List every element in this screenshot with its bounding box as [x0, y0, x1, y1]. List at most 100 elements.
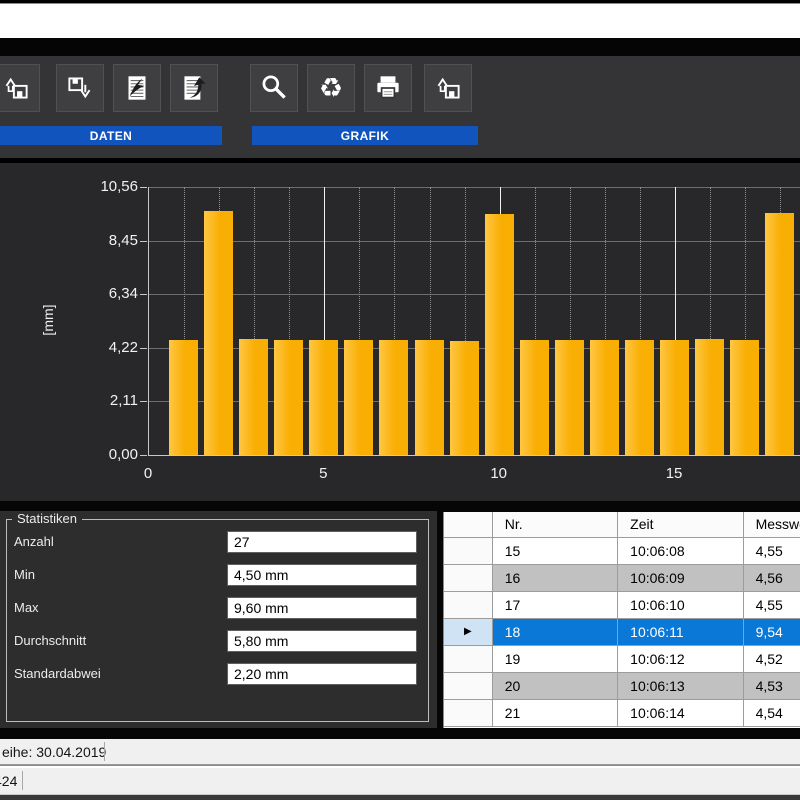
recycle-icon: ♻ — [319, 75, 343, 102]
y-axis-title: [mm] — [40, 295, 60, 345]
chart-bar — [379, 340, 408, 455]
table-row[interactable]: 1610:06:094,56 — [444, 565, 800, 592]
y-tick-mark — [140, 294, 147, 295]
printer-icon — [371, 71, 405, 105]
cell-nr: 16 — [493, 565, 618, 592]
plot-area[interactable] — [148, 187, 800, 456]
row-header-cell[interactable] — [444, 538, 493, 565]
cell-messwert: 4,53 — [744, 673, 800, 700]
table-row[interactable]: 2010:06:134,53 — [444, 673, 800, 700]
chart-bar — [590, 340, 619, 455]
floppy-arrow-down-icon — [63, 71, 97, 105]
zoom-graphic-button[interactable] — [250, 64, 298, 112]
cell-zeit: 10:06:08 — [618, 538, 743, 565]
chart-bar — [520, 340, 549, 455]
chart-bar — [695, 339, 724, 455]
chart-bar — [274, 340, 303, 455]
floppy-arrow-up-icon — [0, 71, 33, 105]
y-tick-mark — [140, 455, 147, 456]
chart-bar — [450, 341, 479, 455]
cell-zeit: 10:06:10 — [618, 592, 743, 619]
table-row[interactable]: 1910:06:124,52 — [444, 646, 800, 673]
table-row[interactable]: 1710:06:104,55 — [444, 592, 800, 619]
floppy-arrow-up-icon — [431, 71, 465, 105]
x-tick-label: 15 — [652, 465, 696, 482]
chart-bar — [239, 339, 268, 455]
save-data-button[interactable] — [56, 64, 104, 112]
table-row[interactable]: 2110:06:144,54 — [444, 700, 800, 727]
cell-zeit: 10:06:09 — [618, 565, 743, 592]
status-bar-date: eihe: 30.04.2019 — [0, 739, 800, 765]
status-separator — [104, 742, 105, 761]
row-header-cell[interactable] — [444, 592, 493, 619]
status-text-date: eihe: 30.04.2019 — [2, 744, 106, 760]
column-header-zeit[interactable]: Zeit — [618, 512, 743, 538]
row-header-cell — [444, 512, 493, 538]
stat-label: Max — [14, 600, 39, 615]
chart-bar — [765, 213, 794, 455]
y-tick-label: 4,22 — [82, 339, 138, 356]
stat-value-field[interactable]: 9,60 mm — [227, 597, 417, 619]
cell-nr: 18 — [493, 619, 618, 646]
separator-strip — [0, 38, 800, 56]
stats-groupbox-title: Statistiken — [12, 511, 82, 526]
save-graphic-button[interactable] — [424, 64, 472, 112]
chart-bar — [485, 214, 514, 455]
column-header-messwert[interactable]: Messwert — [744, 512, 800, 538]
row-header-cell[interactable] — [444, 673, 493, 700]
chart-bar — [169, 340, 198, 455]
refresh-graphic-button[interactable]: ♻ — [307, 64, 355, 112]
stat-label: Durchschnitt — [14, 633, 86, 648]
y-tick-label: 8,45 — [82, 232, 138, 249]
cell-messwert: 4,54 — [744, 700, 800, 727]
clear-data-button[interactable] — [113, 64, 161, 112]
stats-panel: Statistiken Anzahl27Min4,50 mmMax9,60 mm… — [0, 511, 437, 728]
cell-nr: 17 — [493, 592, 618, 619]
stat-label: Anzahl — [14, 534, 54, 549]
toolbar: ♻ DATEN GRAFIK — [0, 56, 800, 158]
row-header-cell[interactable] — [444, 565, 493, 592]
h-gridline — [149, 187, 800, 188]
print-graphic-button[interactable] — [364, 64, 412, 112]
y-tick-label: 10,56 — [82, 178, 138, 195]
stat-value-field[interactable]: 5,80 mm — [227, 630, 417, 652]
cell-messwert: 4,52 — [744, 646, 800, 673]
chart-bar — [730, 340, 759, 455]
stat-value-field[interactable]: 2,20 mm — [227, 663, 417, 685]
toolbar-group-label-daten: DATEN — [0, 126, 222, 145]
bottom-section: Statistiken Anzahl27Min4,50 mmMax9,60 mm… — [0, 501, 800, 739]
row-header-cell[interactable]: ▶ — [444, 619, 493, 646]
status-bar-count: 424 — [0, 768, 800, 794]
status-text-count: 424 — [0, 773, 17, 789]
x-tick-label: 0 — [126, 465, 170, 482]
export-data-button[interactable] — [170, 64, 218, 112]
row-header-cell[interactable] — [444, 646, 493, 673]
y-tick-label: 0,00 — [82, 446, 138, 463]
table-header-row: Nr.ZeitMesswert — [444, 512, 800, 538]
column-header-nr[interactable]: Nr. — [493, 512, 618, 538]
stat-value-field[interactable]: 27 — [227, 531, 417, 553]
document-swoosh-icon — [120, 71, 154, 105]
window-bottom-strip — [0, 794, 800, 800]
cell-nr: 19 — [493, 646, 618, 673]
x-tick-label: 5 — [301, 465, 345, 482]
magnifier-icon — [257, 71, 291, 105]
chart-bar — [309, 340, 338, 455]
table-row[interactable]: 1510:06:084,55 — [444, 538, 800, 565]
cell-nr: 15 — [493, 538, 618, 565]
chart-bar — [344, 340, 373, 455]
row-header-cell[interactable] — [444, 700, 493, 727]
cell-zeit: 10:06:13 — [618, 673, 743, 700]
load-data-button[interactable] — [0, 64, 40, 112]
cell-messwert: 4,56 — [744, 565, 800, 592]
y-tick-mark — [140, 348, 147, 349]
y-tick-label: 6,34 — [82, 285, 138, 302]
stat-value-field[interactable]: 4,50 mm — [227, 564, 417, 586]
h-gridline — [149, 241, 800, 242]
data-table[interactable]: Nr.ZeitMesswert1510:06:084,551610:06:094… — [443, 512, 800, 728]
y-tick-mark — [140, 187, 147, 188]
document-arrow-icon — [177, 71, 211, 105]
table-row[interactable]: ▶1810:06:119,54 — [444, 619, 800, 646]
chart-bar — [555, 340, 584, 455]
toolbar-group-label-grafik: GRAFIK — [252, 126, 478, 145]
